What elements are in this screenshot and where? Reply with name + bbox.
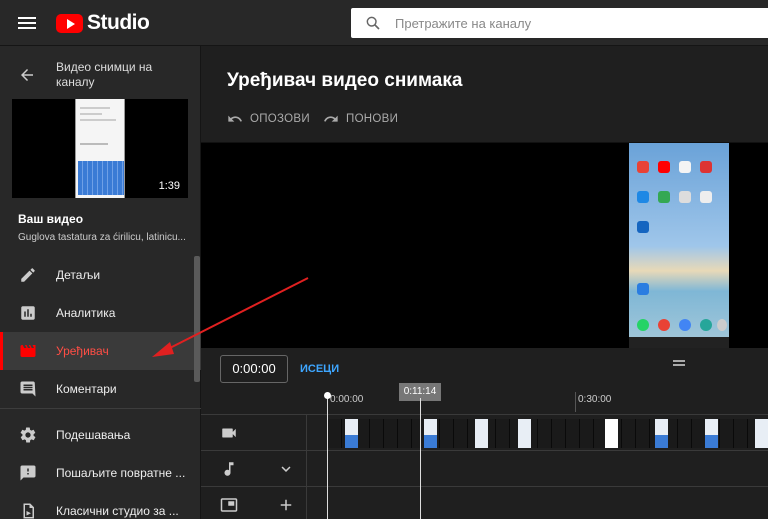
redo-icon xyxy=(324,115,338,122)
plus-icon[interactable] xyxy=(277,496,295,514)
sidebar-item-settings[interactable]: Подешавања xyxy=(0,416,201,454)
undo-icon xyxy=(228,115,242,122)
current-time-field[interactable]: 0:00:00 xyxy=(220,355,288,383)
editor-main: Уређивач видео снимака ОПОЗОВИ ПОНОВИ 0:… xyxy=(201,46,768,519)
clapperboard-icon xyxy=(19,342,37,360)
ruler-tick xyxy=(575,392,576,412)
logo-text: Studio xyxy=(87,11,150,34)
sidebar-scrollbar[interactable] xyxy=(194,256,200,382)
video-thumbnail[interactable]: 1:39 xyxy=(12,99,188,198)
pencil-icon xyxy=(19,266,37,284)
sidebar-item-details[interactable]: Детаљи xyxy=(0,256,201,294)
end-screen-track xyxy=(201,486,768,519)
sidebar-item-comments[interactable]: Коментари xyxy=(0,370,201,408)
timeline-ruler[interactable]: 0:00:00 0:30:00 xyxy=(201,390,768,414)
audio-track-header xyxy=(201,451,307,487)
undo-label: ОПОЗОВИ xyxy=(250,113,310,125)
picture-in-picture-icon xyxy=(220,496,238,514)
video-track-header xyxy=(201,415,307,451)
search-box[interactable] xyxy=(351,8,768,38)
sidebar-item-feedback[interactable]: Пошаљите повратне ... xyxy=(0,454,201,492)
video-track xyxy=(201,414,768,451)
gear-icon xyxy=(19,426,37,444)
ruler-label-30: 0:30:00 xyxy=(578,394,612,405)
sidebar-item-analytics[interactable]: Аналитика xyxy=(0,294,201,332)
video-title: Guglova tastatura za ćirilicu, latinicu.… xyxy=(18,232,186,243)
classic-studio-icon xyxy=(19,502,37,519)
top-bar: Studio xyxy=(0,0,768,46)
chevron-down-icon[interactable] xyxy=(277,460,295,478)
sidebar-item-classic-studio[interactable]: Класични студио за ... xyxy=(0,492,201,519)
sidebar-item-label: Подешавања xyxy=(56,428,131,442)
sidebar-item-label: Пошаљите повратне ... xyxy=(56,466,186,480)
feedback-icon xyxy=(19,464,37,482)
undo-button[interactable]: ОПОЗОВИ xyxy=(227,110,310,128)
preview-phone-screen xyxy=(629,143,729,349)
search-input[interactable] xyxy=(395,8,755,38)
audio-track xyxy=(201,450,768,487)
video-preview[interactable] xyxy=(201,142,768,349)
timeline-start-marker xyxy=(324,392,331,519)
end-screen-track-header xyxy=(201,487,307,519)
thumbnail-phone-screen xyxy=(75,99,125,198)
your-video-label: Ваш видео xyxy=(18,212,84,226)
trim-button[interactable]: ИСЕЦИ xyxy=(300,363,339,375)
youtube-play-icon xyxy=(56,13,83,33)
sidebar-item-label: Уређивач xyxy=(56,344,109,358)
page-title: Уређивач видео снимака xyxy=(227,70,463,91)
menu-icon[interactable] xyxy=(16,14,38,32)
back-to-videos-link[interactable]: Видео снимци на каналу xyxy=(56,60,191,90)
sidebar: Видео снимци на каналу 1:39 Ваш видео Gu… xyxy=(0,46,201,519)
sidebar-item-label: Класични студио за ... xyxy=(56,504,179,518)
back-arrow-icon[interactable] xyxy=(18,66,36,84)
analytics-icon xyxy=(19,304,37,322)
comment-icon xyxy=(19,380,37,398)
resize-handle-icon[interactable] xyxy=(673,360,685,366)
redo-button[interactable]: ПОНОВИ xyxy=(323,110,398,128)
timeline-tracks xyxy=(201,414,768,519)
thumbnail-duration: 1:39 xyxy=(158,180,180,192)
playhead[interactable] xyxy=(420,398,421,519)
ruler-label-start: 0:00:00 xyxy=(330,394,364,405)
sidebar-item-label: Коментари xyxy=(56,382,117,396)
sidebar-item-label: Аналитика xyxy=(56,306,116,320)
sidebar-item-label: Детаљи xyxy=(56,268,101,282)
redo-label: ПОНОВИ xyxy=(346,113,399,125)
video-camera-icon xyxy=(220,424,238,442)
search-icon[interactable] xyxy=(365,15,381,31)
sidebar-item-editor[interactable]: Уређивач xyxy=(0,332,201,370)
video-filmstrip[interactable] xyxy=(328,419,768,448)
timeline-controls: 0:00:00 ИСЕЦИ xyxy=(201,348,768,390)
music-note-icon xyxy=(220,460,238,478)
sidebar-divider xyxy=(0,408,201,409)
studio-logo[interactable]: Studio xyxy=(56,11,150,35)
